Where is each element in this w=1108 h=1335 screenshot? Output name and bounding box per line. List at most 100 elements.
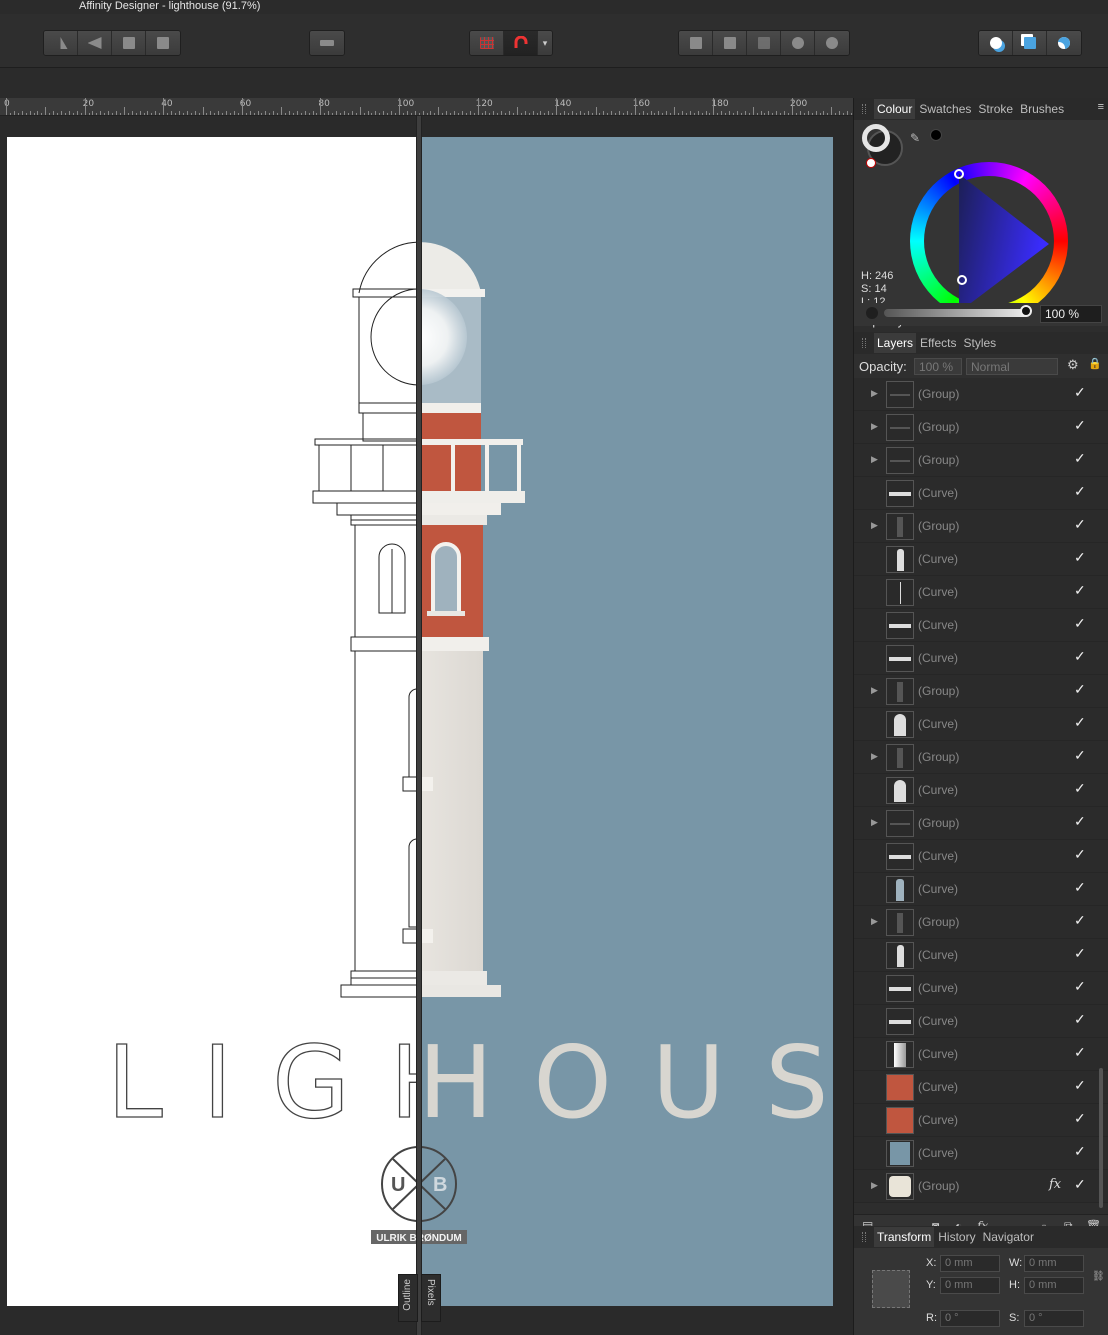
layer-row[interactable]: (Curve) ✓	[854, 972, 1108, 1005]
layer-row[interactable]: (Curve) ✓	[854, 642, 1108, 675]
flip-vertical-icon[interactable]	[78, 31, 112, 55]
lock-icon[interactable]: 🔒	[1088, 357, 1102, 370]
outline-view-tab[interactable]: Outline	[398, 1274, 418, 1322]
layer-row[interactable]: (Curve) ✓	[854, 939, 1108, 972]
tab-history[interactable]: History	[935, 1227, 978, 1247]
boolean-xor-icon[interactable]	[781, 31, 815, 55]
layer-row[interactable]: (Curve) ✓	[854, 1104, 1108, 1137]
layer-row[interactable]: (Curve) ✓	[854, 1005, 1108, 1038]
snapping-grid-icon[interactable]	[470, 31, 504, 55]
visibility-checkbox[interactable]: ✓	[1074, 780, 1086, 797]
layer-row[interactable]: (Curve) ✓	[854, 774, 1108, 807]
visibility-checkbox[interactable]: ✓	[1074, 615, 1086, 632]
rotation-input[interactable]: 0 °	[940, 1310, 1000, 1327]
tab-transform[interactable]: Transform	[874, 1227, 935, 1247]
h-input[interactable]: 0 mm	[1024, 1277, 1084, 1294]
pixels-view-tab[interactable]: Pixels	[421, 1274, 441, 1322]
tab-navigator[interactable]: Navigator	[980, 1227, 1037, 1247]
blend-mode-select[interactable]: Normal	[966, 358, 1058, 375]
boolean-intersect-icon[interactable]	[747, 31, 781, 55]
layer-row[interactable]: ▶ (Group) ✓	[854, 411, 1108, 444]
expand-arrow-icon[interactable]: ▶	[871, 388, 878, 399]
expand-arrow-icon[interactable]: ▶	[871, 520, 878, 531]
tab-styles[interactable]: Styles	[961, 333, 1000, 353]
layer-row[interactable]: (Curve) ✓	[854, 708, 1108, 741]
visibility-checkbox[interactable]: ✓	[1074, 1077, 1086, 1094]
visibility-checkbox[interactable]: ✓	[1074, 912, 1086, 929]
visibility-checkbox[interactable]: ✓	[1074, 1143, 1086, 1160]
opacity-slider-handle[interactable]	[1020, 305, 1032, 317]
expand-arrow-icon[interactable]: ▶	[871, 685, 878, 696]
boolean-subtract-icon[interactable]	[713, 31, 747, 55]
tab-stroke[interactable]: Stroke	[975, 99, 1016, 119]
layer-row[interactable]: (Curve) ✓	[854, 840, 1108, 873]
no-colour-icon[interactable]	[866, 158, 876, 168]
visibility-checkbox[interactable]: ✓	[1074, 483, 1086, 500]
tab-swatches[interactable]: Swatches	[916, 99, 974, 119]
visibility-checkbox[interactable]: ✓	[1074, 450, 1086, 467]
layer-row[interactable]: (Curve) ✓	[854, 873, 1108, 906]
visibility-checkbox[interactable]: ✓	[1074, 549, 1086, 566]
link-icon[interactable]: ⛓	[1092, 1271, 1105, 1282]
expand-arrow-icon[interactable]: ▶	[871, 916, 878, 927]
visibility-checkbox[interactable]: ✓	[1074, 945, 1086, 962]
panel-grip-icon[interactable]	[862, 1232, 866, 1242]
horizontal-ruler[interactable]: 020406080100120140160180200	[0, 98, 853, 116]
layer-row[interactable]: ▶ (Group) ✓	[854, 807, 1108, 840]
shear-input[interactable]: 0 °	[1024, 1310, 1084, 1327]
fx-icon[interactable]: fx	[1049, 1177, 1061, 1192]
expand-arrow-icon[interactable]: ▶	[871, 1180, 878, 1191]
layer-row[interactable]: ▶ (Group) ✓	[854, 444, 1108, 477]
anchor-selector[interactable]	[872, 1270, 910, 1308]
snapping-options-dropdown[interactable]: ▾	[538, 31, 552, 55]
visibility-checkbox[interactable]: ✓	[1074, 648, 1086, 665]
rotate-left-icon[interactable]	[112, 31, 146, 55]
stroke-swatch[interactable]	[862, 124, 890, 152]
insert-front-icon[interactable]	[979, 31, 1013, 55]
visibility-checkbox[interactable]: ✓	[1074, 813, 1086, 830]
y-input[interactable]: 0 mm	[940, 1277, 1000, 1294]
visibility-checkbox[interactable]: ✓	[1074, 879, 1086, 896]
layer-row[interactable]: ▶ (Group) ✓	[854, 510, 1108, 543]
layer-row[interactable]: (Curve) ✓	[854, 576, 1108, 609]
expand-arrow-icon[interactable]: ▶	[871, 817, 878, 828]
snapping-magnet-icon[interactable]	[504, 31, 538, 55]
hsl-colour-wheel[interactable]	[910, 162, 1068, 320]
gear-icon[interactable]: ⚙	[1067, 357, 1079, 373]
align-icon[interactable]	[310, 31, 344, 55]
visibility-checkbox[interactable]: ✓	[1074, 1176, 1086, 1193]
layer-row[interactable]: (Curve) ✓	[854, 609, 1108, 642]
layer-row[interactable]: (Curve) ✓	[854, 1038, 1108, 1071]
layer-opacity-input[interactable]: 100 %	[914, 358, 962, 375]
layer-row[interactable]: ▶ (Group) fx ✓	[854, 1170, 1108, 1203]
visibility-checkbox[interactable]: ✓	[1074, 747, 1086, 764]
layer-row[interactable]: (Curve) ✓	[854, 543, 1108, 576]
rotate-right-icon[interactable]	[146, 31, 180, 55]
panel-grip-icon[interactable]	[862, 104, 866, 114]
tab-effects[interactable]: Effects	[917, 333, 959, 353]
panel-menu-icon[interactable]: ≡	[1098, 101, 1104, 113]
layer-row[interactable]: (Curve) ✓	[854, 1137, 1108, 1170]
eyedropper-icon[interactable]: ✎	[910, 131, 920, 145]
boolean-divide-icon[interactable]	[815, 31, 849, 55]
visibility-checkbox[interactable]: ✓	[1074, 1110, 1086, 1127]
canvas[interactable]: LIGHT HOUSE U B ULRIK BRØNDUM Outline Pi…	[0, 116, 853, 1335]
layer-row[interactable]: ▶ (Group) ✓	[854, 906, 1108, 939]
layer-row[interactable]: ▶ (Group) ✓	[854, 741, 1108, 774]
expand-arrow-icon[interactable]: ▶	[871, 454, 878, 465]
opacity-slider[interactable]	[884, 309, 1028, 317]
boolean-add-icon[interactable]	[679, 31, 713, 55]
visibility-checkbox[interactable]: ✓	[1074, 1011, 1086, 1028]
layers-scrollbar[interactable]	[1099, 1068, 1103, 1208]
panel-grip-icon[interactable]	[862, 338, 866, 348]
layer-row[interactable]: ▶ (Group) ✓	[854, 378, 1108, 411]
layer-row[interactable]: ▶ (Group) ✓	[854, 675, 1108, 708]
flip-horizontal-icon[interactable]	[44, 31, 78, 55]
expand-arrow-icon[interactable]: ▶	[871, 751, 878, 762]
tab-colour[interactable]: Colour	[874, 99, 916, 119]
colour-triangle[interactable]	[910, 162, 1068, 320]
visibility-checkbox[interactable]: ✓	[1074, 516, 1086, 533]
w-input[interactable]: 0 mm	[1024, 1255, 1084, 1272]
visibility-checkbox[interactable]: ✓	[1074, 681, 1086, 698]
opacity-input[interactable]: 100 %	[1040, 305, 1102, 323]
